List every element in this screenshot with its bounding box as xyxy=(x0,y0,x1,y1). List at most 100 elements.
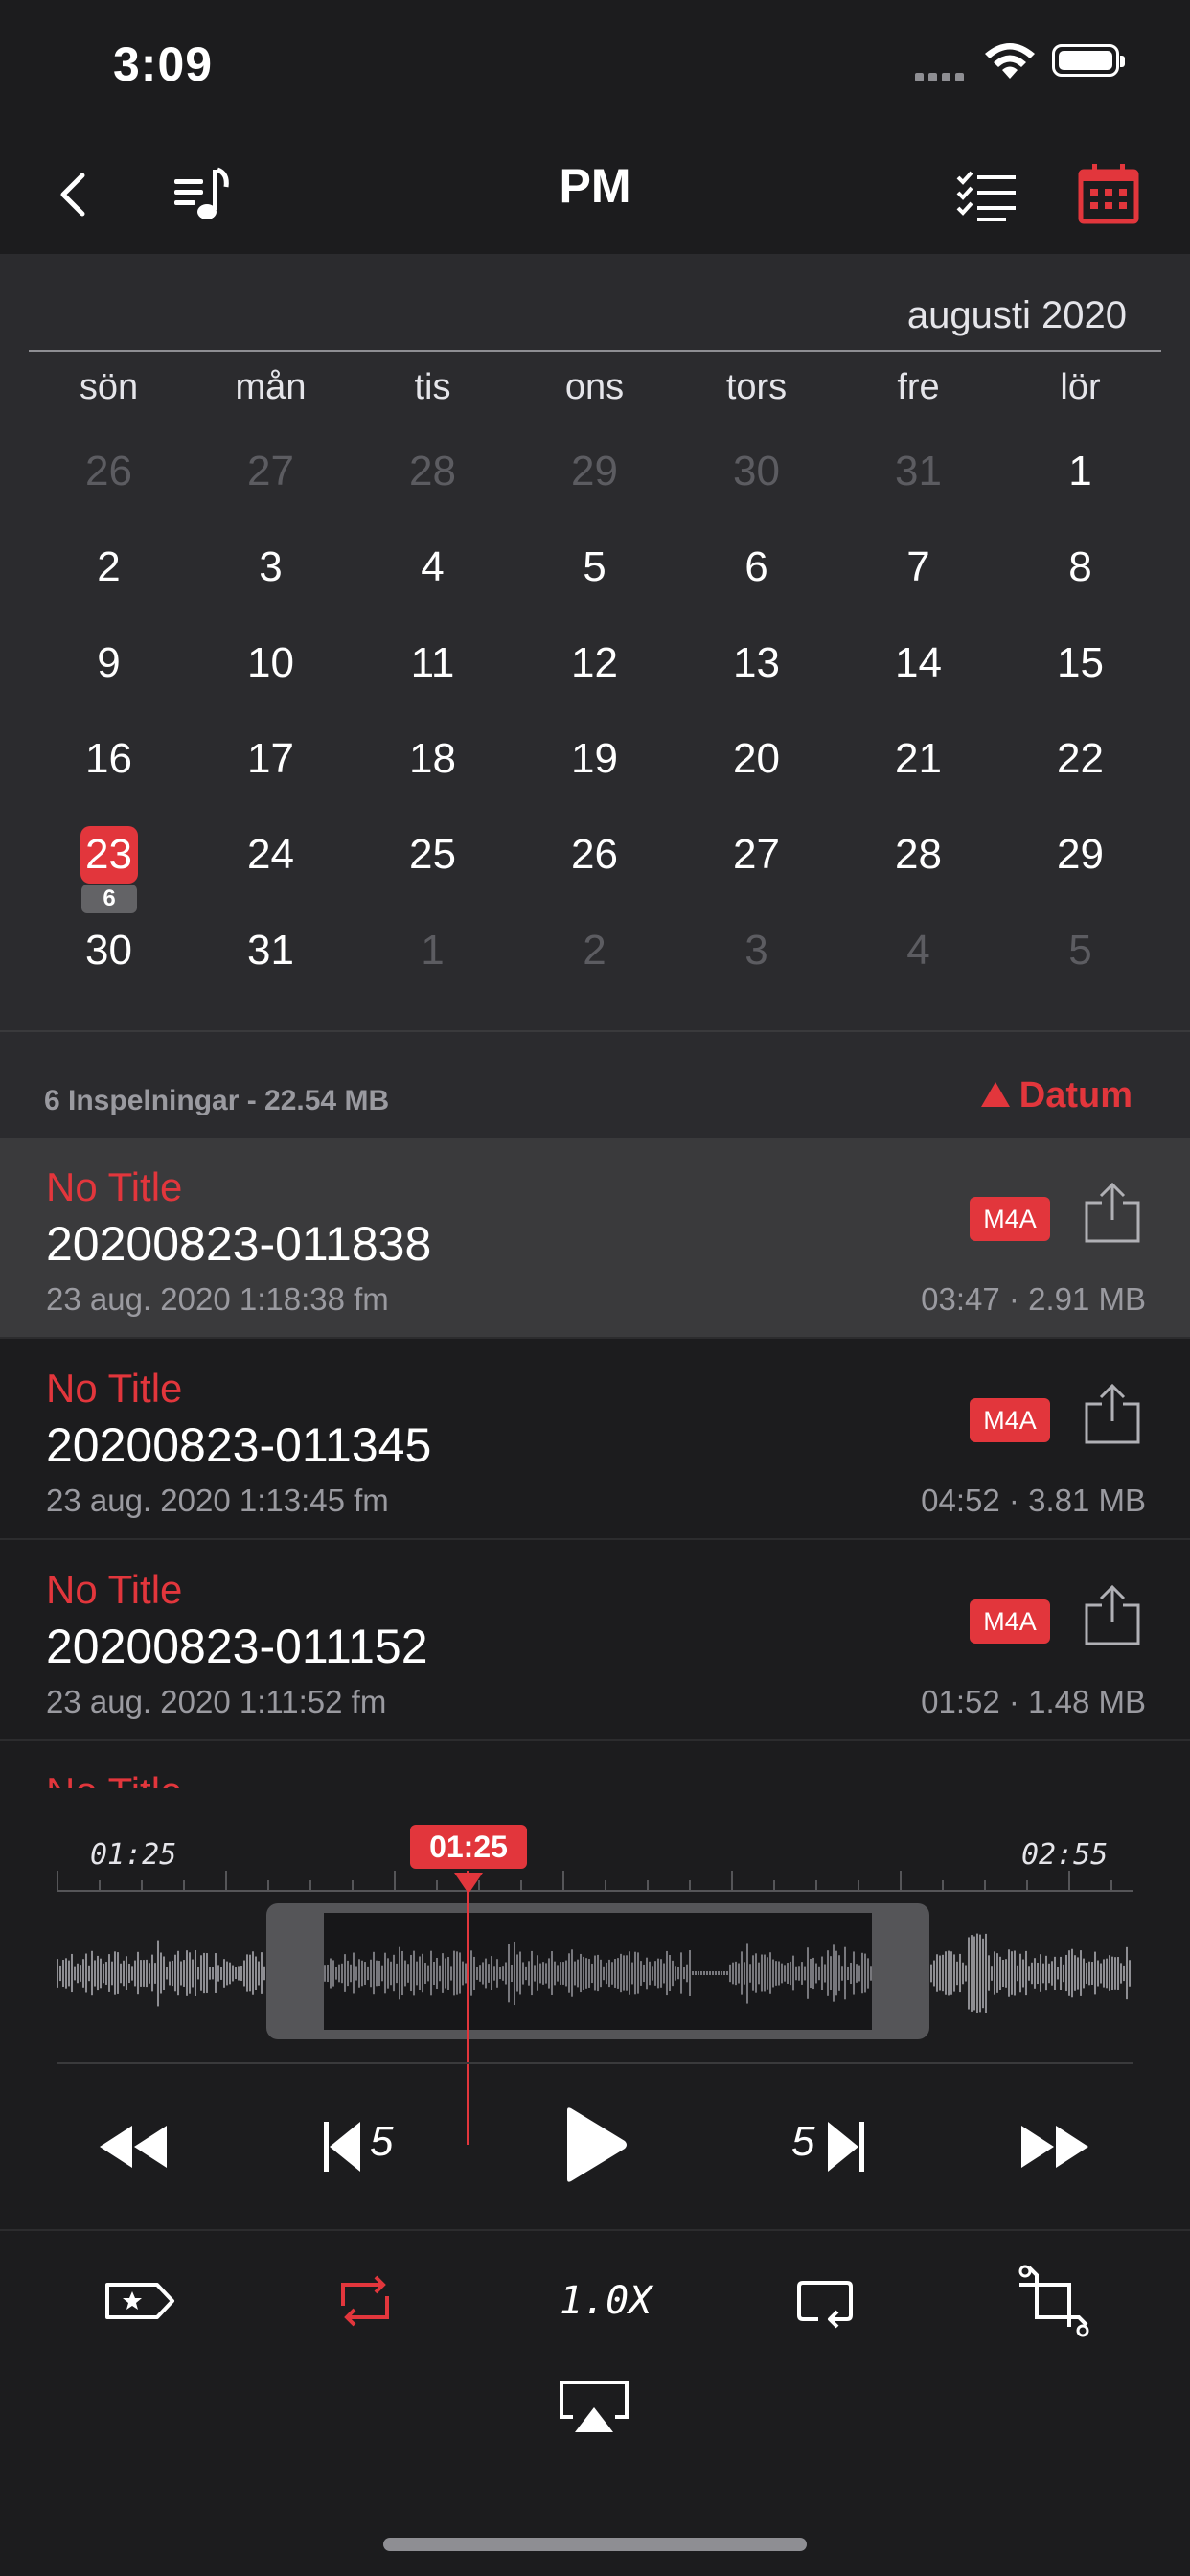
calendar-day[interactable]: 31 xyxy=(190,922,352,979)
time-ruler xyxy=(57,1871,1133,1892)
calendar-day[interactable]: 1 xyxy=(352,922,514,979)
playhead[interactable] xyxy=(467,1871,469,2145)
calendar-day[interactable]: 5 xyxy=(514,539,675,596)
fast-forward-button[interactable] xyxy=(1006,2097,1102,2193)
rewind-button[interactable] xyxy=(86,2097,182,2193)
weekday-label: mån xyxy=(235,367,307,407)
battery-icon xyxy=(1052,44,1125,77)
recording-duration: 01:52 xyxy=(921,1684,1000,1719)
trim-button[interactable] xyxy=(1010,2258,1096,2344)
format-badge: M4A xyxy=(970,1599,1050,1644)
repeat-one-button[interactable] xyxy=(782,2258,868,2344)
weekday-label: tors xyxy=(725,367,788,407)
airplay-button[interactable] xyxy=(556,2375,632,2442)
recording-size: 3.81 MB xyxy=(1028,1483,1146,1518)
calendar-day[interactable]: 20 xyxy=(675,730,837,788)
share-icon xyxy=(1085,1584,1140,1645)
calendar-day[interactable]: 13 xyxy=(675,634,837,692)
recording-name: 20200823-011838 xyxy=(46,1217,432,1271)
calendar-day[interactable]: 3 xyxy=(190,539,352,596)
month-label: augusti 2020 xyxy=(906,294,1127,336)
tag-star-icon xyxy=(105,2283,174,2319)
calendar-day[interactable]: 21 xyxy=(837,730,999,788)
recording-title: No Title xyxy=(46,1366,183,1411)
calendar-day[interactable]: 28 xyxy=(352,443,514,500)
range-end-time: 02:55 xyxy=(1021,1838,1109,1872)
weekday-label: sön xyxy=(79,367,139,407)
repeat-icon xyxy=(341,2275,389,2327)
calendar-day[interactable]: 22 xyxy=(999,730,1161,788)
trim-selection[interactable] xyxy=(266,1903,929,2039)
select-list-button[interactable] xyxy=(949,156,1025,233)
calendar-day[interactable]: 2 xyxy=(514,922,675,979)
share-button[interactable] xyxy=(1081,1582,1144,1654)
calendar-day[interactable]: 24 xyxy=(190,826,352,884)
calendar-day[interactable]: 5 xyxy=(999,922,1161,979)
calendar-day[interactable]: 6 xyxy=(675,539,837,596)
recording-meta: 04:52 · 3.81 MB xyxy=(921,1483,1146,1518)
calendar-day[interactable]: 14 xyxy=(837,634,999,692)
calendar-day[interactable]: 30 xyxy=(675,443,837,500)
calendar-day[interactable]: 9 xyxy=(28,634,190,692)
recording-count-badge: 6 xyxy=(81,885,137,913)
recording-row-partial[interactable]: No Title xyxy=(0,1742,1190,1788)
calendar-day[interactable]: 16 xyxy=(28,730,190,788)
recording-name: 20200823-011345 xyxy=(46,1418,432,1472)
calendar-day[interactable]: 4 xyxy=(837,922,999,979)
calendar-day[interactable]: 12 xyxy=(514,634,675,692)
calendar-day[interactable]: 17 xyxy=(190,730,352,788)
navigation-bar: PM xyxy=(0,129,1190,254)
divider xyxy=(29,350,1161,352)
calendar-day[interactable]: 27 xyxy=(190,443,352,500)
calendar-day[interactable]: 26 xyxy=(28,443,190,500)
calendar-day[interactable]: 31 xyxy=(837,443,999,500)
recording-row[interactable]: No Title 20200823-011838 23 aug. 2020 1:… xyxy=(0,1138,1190,1339)
wifi-icon xyxy=(984,42,1036,85)
recording-row[interactable]: No Title 20200823-011152 23 aug. 2020 1:… xyxy=(0,1540,1190,1741)
calendar-day[interactable]: 26 xyxy=(514,826,675,884)
calendar-day[interactable]: 4 xyxy=(352,539,514,596)
sort-button[interactable]: Datum xyxy=(979,1075,1133,1116)
calendar-day[interactable]: 15 xyxy=(999,634,1161,692)
playhead-handle[interactable] xyxy=(454,1873,483,1894)
skip-forward-button[interactable]: 5 xyxy=(788,2097,893,2193)
calendar-day[interactable]: 29 xyxy=(999,826,1161,884)
skip-forward-seconds: 5 xyxy=(791,2118,815,2165)
playback-speed-button[interactable]: 1.0X xyxy=(560,2279,652,2323)
recording-row[interactable]: No Title 20200823-011345 23 aug. 2020 1:… xyxy=(0,1339,1190,1540)
recording-date: 23 aug. 2020 1:13:45 fm xyxy=(46,1483,389,1518)
calendar-toggle-button[interactable] xyxy=(1071,156,1148,233)
calendar-day[interactable]: 27 xyxy=(675,826,837,884)
calendar-day[interactable]: 28 xyxy=(837,826,999,884)
calendar-day-selected[interactable]: 23 xyxy=(28,826,190,884)
skip-back-seconds: 5 xyxy=(370,2118,394,2165)
skip-back-button[interactable]: 5 xyxy=(316,2097,422,2193)
divider xyxy=(57,2062,1133,2064)
calendar-day[interactable]: 18 xyxy=(352,730,514,788)
weekday-label: ons xyxy=(564,367,625,407)
status-time: 3:09 xyxy=(113,37,214,91)
calendar-day[interactable]: 19 xyxy=(514,730,675,788)
calendar-day[interactable]: 10 xyxy=(190,634,352,692)
recording-duration: 03:47 xyxy=(921,1281,1000,1317)
recording-meta: 03:47 · 2.91 MB xyxy=(921,1281,1146,1317)
loop-button[interactable] xyxy=(322,2258,408,2344)
skip-back-icon xyxy=(324,2122,360,2172)
share-button[interactable] xyxy=(1081,1381,1144,1453)
calendar-day[interactable]: 7 xyxy=(837,539,999,596)
share-button[interactable] xyxy=(1081,1180,1144,1252)
calendar-day[interactable]: 8 xyxy=(999,539,1161,596)
calendar-day[interactable]: 3 xyxy=(675,922,837,979)
play-button[interactable] xyxy=(550,2097,646,2193)
weekday-label: tis xyxy=(414,367,451,407)
calendar-day[interactable]: 1 xyxy=(999,443,1161,500)
calendar-day[interactable]: 11 xyxy=(352,634,514,692)
recordings-summary: 6 Inspelningar - 22.54 MB xyxy=(44,1085,390,1116)
calendar-day[interactable]: 2 xyxy=(28,539,190,596)
calendar-day[interactable]: 30 xyxy=(28,922,190,979)
calendar-day[interactable]: 29 xyxy=(514,443,675,500)
divider xyxy=(0,2229,1190,2231)
selected-day-number: 23 xyxy=(80,826,138,884)
calendar-day[interactable]: 25 xyxy=(352,826,514,884)
bookmark-tag-button[interactable] xyxy=(96,2258,182,2344)
